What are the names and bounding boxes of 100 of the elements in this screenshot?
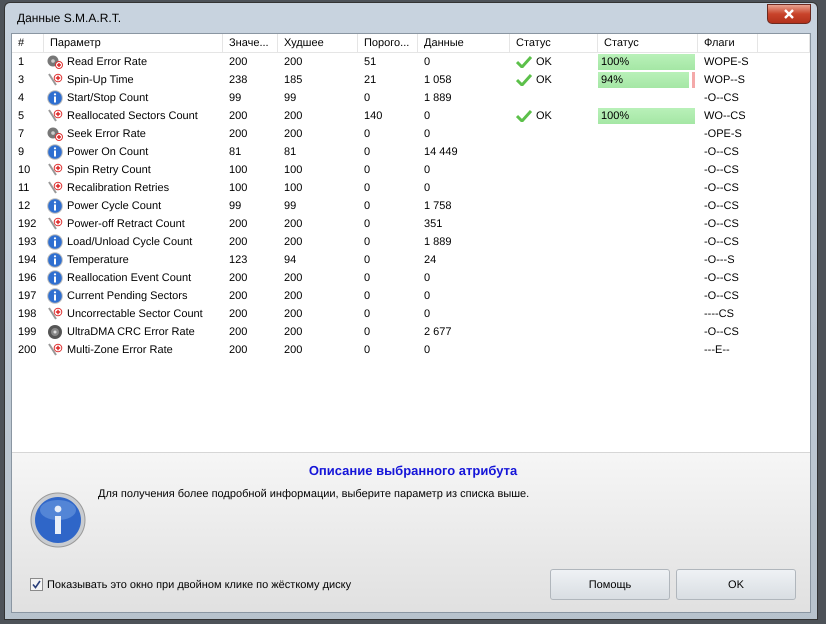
table-cell-text: 4 bbox=[17, 92, 26, 104]
table-cell-text: -O--CS bbox=[703, 92, 740, 104]
table-row[interactable]: 196 Reallocation Event Count 200 200 0 0 -O--CS bbox=[12, 269, 810, 287]
table-cell: Spin Retry Count bbox=[67, 164, 151, 176]
column-header[interactable]: Параметр bbox=[44, 34, 223, 52]
dialog-button[interactable]: Помощь bbox=[550, 569, 670, 600]
disc-icon bbox=[47, 324, 63, 340]
table-row[interactable]: 3 Spin-Up Time 238 185 21 1 058 OK 94% WOP--S bbox=[12, 71, 810, 89]
table-row[interactable]: 192 Power-off Retract Count 200 200 0 351 -O--CS bbox=[12, 215, 810, 233]
table-cell-text: 51 bbox=[363, 56, 378, 68]
column-header[interactable]: # bbox=[12, 34, 44, 52]
table-cell-text: 200 bbox=[283, 326, 304, 338]
close-button[interactable] bbox=[767, 4, 811, 24]
table-row[interactable]: 12 Power Cycle Count 99 99 0 1 758 -O--CS bbox=[12, 197, 810, 215]
table-cell-text: -O--CS bbox=[703, 200, 740, 212]
show-window-checkbox[interactable]: Показывать это окно при двойном клике по жёсткому диску bbox=[30, 578, 544, 591]
table-cell-text: 200 bbox=[228, 128, 248, 140]
column-header[interactable]: Флаги bbox=[698, 34, 758, 52]
table-cell: Power On Count bbox=[67, 146, 148, 158]
table-cell-text: 94 bbox=[283, 254, 298, 266]
table-cell-text: 185 bbox=[283, 74, 304, 86]
table-row[interactable]: 4 Start/Stop Count 99 99 0 1 889 -O--CS bbox=[12, 89, 810, 107]
table-cell-text: 100 bbox=[283, 164, 304, 176]
table-cell: OK bbox=[536, 74, 552, 86]
column-header[interactable]: Худшее bbox=[278, 34, 358, 52]
table-cell-text: 193 bbox=[17, 236, 38, 248]
info-icon bbox=[47, 270, 63, 286]
dialog-button[interactable]: OK bbox=[676, 569, 796, 600]
table-row[interactable]: 7 Seek Error Rate 200 200 0 0 -OPE-S bbox=[12, 125, 810, 143]
table-cell-text: -O--CS bbox=[703, 164, 740, 176]
table-row[interactable]: 199 UltraDMA CRC Error Rate 200 200 0 2 677 -O--CS bbox=[12, 323, 810, 341]
table-cell-text: 200 bbox=[283, 308, 304, 320]
table-cell-text: -O--CS bbox=[703, 290, 740, 302]
table-cell-text: 0 bbox=[363, 200, 372, 212]
table-cell: Reallocation Event Count bbox=[67, 272, 192, 284]
table-row[interactable]: 200 Multi-Zone Error Rate 200 200 0 0 ---E-- bbox=[12, 341, 810, 359]
wrench-alert-icon bbox=[47, 216, 63, 232]
table-row[interactable]: 198 Uncorrectable Sector Count 200 200 0 0 ----CS bbox=[12, 305, 810, 323]
table-cell: Read Error Rate bbox=[67, 56, 148, 68]
table-row[interactable]: 5 Reallocated Sectors Count 200 200 140 0 OK 100% WO--CS bbox=[12, 107, 810, 125]
table-cell-text: 0 bbox=[423, 272, 432, 284]
table-cell-text: 200 bbox=[283, 218, 304, 230]
table-cell-text: 1 889 bbox=[423, 92, 453, 104]
table-cell-text: -O--CS bbox=[703, 182, 740, 194]
checkmark-icon bbox=[32, 580, 41, 589]
table-cell-text: 200 bbox=[228, 236, 248, 248]
table-cell-text: -O---S bbox=[703, 254, 736, 266]
table-cell-text: 200 bbox=[283, 56, 304, 68]
table-row[interactable]: 9 Power On Count 81 81 0 14 449 -O--CS bbox=[12, 143, 810, 161]
table-cell: Start/Stop Count bbox=[67, 92, 148, 104]
table-row[interactable]: 1 Read Error Rate 200 200 51 0 OK 100% WOPE-S bbox=[12, 53, 810, 71]
table-cell-text: 0 bbox=[423, 110, 432, 122]
table-cell-text: 1 758 bbox=[423, 200, 453, 212]
column-header[interactable]: Значе... bbox=[223, 34, 278, 52]
column-header[interactable]: Статус bbox=[598, 34, 698, 52]
table-cell: Multi-Zone Error Rate bbox=[67, 344, 173, 356]
table-row[interactable]: 194 Temperature 123 94 0 24 -O---S bbox=[12, 251, 810, 269]
wrench-alert-icon bbox=[47, 72, 63, 88]
window-title: Данные S.M.A.R.T. bbox=[16, 11, 122, 25]
info-icon bbox=[47, 90, 63, 106]
table-row[interactable]: 197 Current Pending Sectors 200 200 0 0 -O--CS bbox=[12, 287, 810, 305]
health-percent: 100% bbox=[601, 56, 630, 68]
table-cell-text: 14 449 bbox=[423, 146, 459, 158]
table-cell-text: WOP--S bbox=[703, 74, 746, 86]
column-header[interactable]: Статус bbox=[510, 34, 598, 52]
table-cell: Current Pending Sectors bbox=[67, 290, 188, 302]
table-cell-text: 12 bbox=[17, 200, 32, 212]
table-row[interactable]: 11 Recalibration Retries 100 100 0 0 -O--CS bbox=[12, 179, 810, 197]
wrench-alert-icon bbox=[47, 162, 63, 178]
table-cell-text: 200 bbox=[283, 272, 304, 284]
table-cell-text: 0 bbox=[423, 128, 432, 140]
table-cell-text: 0 bbox=[363, 236, 372, 248]
column-header[interactable]: Порого... bbox=[358, 34, 418, 52]
table-cell-text: -O--CS bbox=[703, 236, 740, 248]
table-row[interactable]: 193 Load/Unload Cycle Count 200 200 0 1 889 -O--CS bbox=[12, 233, 810, 251]
table-cell-text: 99 bbox=[283, 92, 298, 104]
table-cell-text: 99 bbox=[228, 200, 242, 212]
checkmark-icon bbox=[516, 110, 532, 122]
table-cell-text: 0 bbox=[423, 290, 432, 302]
table-cell-text: 0 bbox=[363, 164, 372, 176]
table-cell-text: 5 bbox=[17, 110, 26, 122]
table-cell-text: -O--CS bbox=[703, 326, 740, 338]
table-cell-text: 200 bbox=[228, 218, 248, 230]
table-cell-text: 200 bbox=[228, 308, 248, 320]
table-cell: Power Cycle Count bbox=[67, 200, 162, 212]
table-cell-text: 81 bbox=[228, 146, 242, 158]
table-cell-text: 200 bbox=[283, 344, 304, 356]
description-text: Для получения более подробной информации, выберите параметр из списка выше. bbox=[98, 488, 530, 500]
column-header[interactable]: Данные bbox=[418, 34, 510, 52]
table-cell-text: -O--CS bbox=[703, 218, 740, 230]
table-row[interactable]: 10 Spin Retry Count 100 100 0 0 -O--CS bbox=[12, 161, 810, 179]
table-cell-text: 200 bbox=[17, 344, 38, 356]
table-cell-text: 0 bbox=[363, 218, 372, 230]
table-cell-text: 200 bbox=[283, 128, 304, 140]
wrench-alert-icon bbox=[47, 180, 63, 196]
table-cell-text: 9 bbox=[17, 146, 26, 158]
table-cell-text: 0 bbox=[363, 290, 372, 302]
table-cell-text: WOPE-S bbox=[703, 56, 750, 68]
table-cell-text: 100 bbox=[228, 164, 248, 176]
table-cell-text: 0 bbox=[423, 182, 432, 194]
